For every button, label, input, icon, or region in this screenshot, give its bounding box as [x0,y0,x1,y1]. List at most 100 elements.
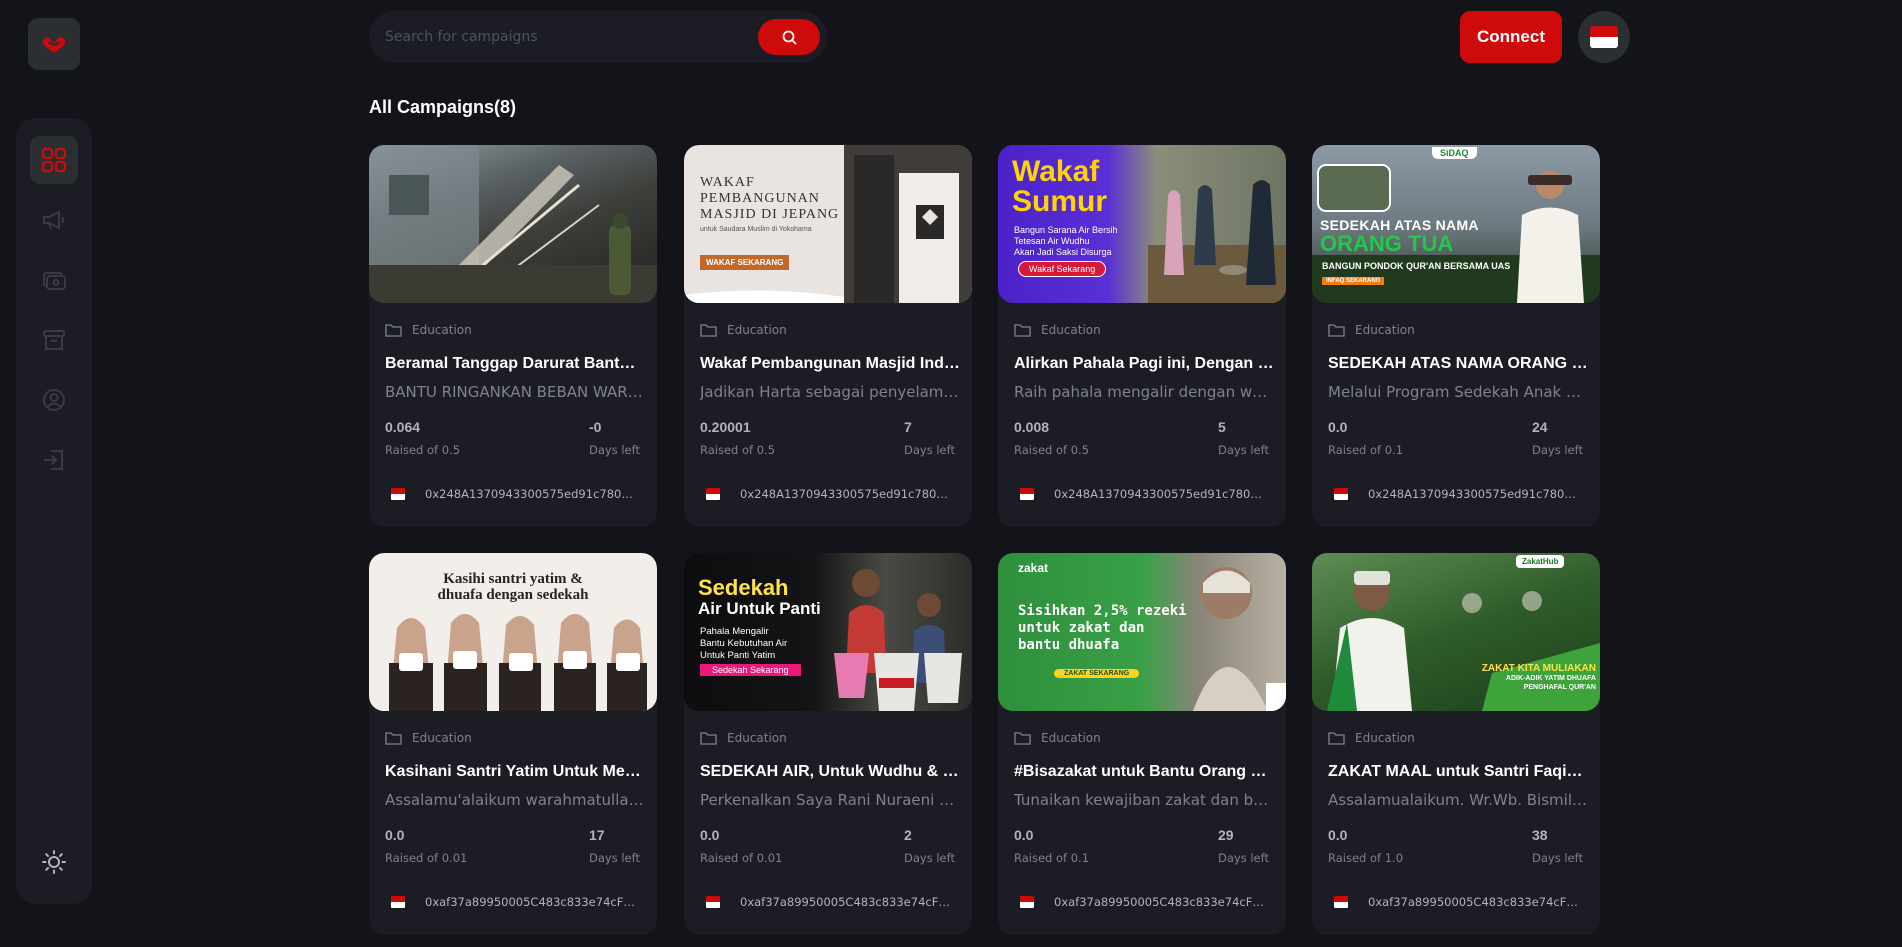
target-label: Raised of 0.01 [700,851,783,865]
image-caption: Kasihi santri yatim & [443,571,583,587]
days-left-label: Days left [589,851,640,865]
folder-icon [1014,732,1031,745]
campaign-card[interactable]: Wakaf Sumur Bangun Sarana Air Bersih Tet… [998,145,1286,527]
sidebar [16,118,92,904]
folder-icon [1328,324,1345,337]
search-bar [369,11,827,63]
campaign-title: SEDEKAH ATAS NAMA ORANG TUA [1328,355,1588,372]
campaign-title: Alirkan Pahala Pagi ini, Dengan Wakaf Su… [1014,355,1274,372]
days-left-value: 38 [1532,827,1548,843]
days-left-label: Days left [1532,443,1583,457]
search-button[interactable] [758,19,820,55]
image-cta: WAKAF SEKARANG [700,255,790,270]
campaign-category: Education [727,731,787,745]
campaign-title: Beramal Tanggap Darurat Bantu Korban Gem… [385,355,645,372]
campaign-category: Education [1041,731,1101,745]
campaign-description: Melalui Program Sedekah Anak Yatim [1328,383,1588,401]
connect-button[interactable]: Connect [1460,11,1562,63]
amount-raised: 0.064 [385,419,421,435]
profile-icon [43,389,65,411]
image-caption: Wakaf [1012,155,1100,188]
days-left-label: Days left [1218,443,1269,457]
amount-raised: 0.0 [1328,419,1348,435]
target-label: Raised of 0.1 [1328,443,1404,457]
folder-icon [700,324,717,337]
owner-flag-icon [1334,896,1348,908]
campaign-image: Sedekah Air Untuk Panti Pahala Mengalir … [684,553,972,711]
folder-icon [385,324,402,337]
profile-button[interactable] [1578,11,1630,63]
folder-icon [700,732,717,745]
image-caption: Air Untuk Panti [698,599,821,618]
owner-address: 0xaf37a89950005C483c833e74cFdE1234567890… [1054,895,1269,909]
app-logo[interactable] [28,18,80,70]
days-left-value: 17 [589,827,605,843]
sidebar-item-profile[interactable] [30,376,78,424]
days-left-value: 29 [1218,827,1234,843]
image-caption: Bantu Kebutuhan Air [700,638,788,649]
search-input[interactable] [385,11,745,63]
owner-address: 0xaf37a89950005C483c833e74cFdE1234567890… [740,895,955,909]
target-label: Raised of 0.5 [700,443,776,457]
campaign-category: Education [412,323,472,337]
amount-raised: 0.0 [1328,827,1348,843]
image-caption: Untuk Panti Yatim [700,650,776,661]
sidebar-item-campaign[interactable] [30,196,78,244]
image-cta: Wakaf Sekarang [1018,261,1107,277]
image-caption: BANGUN PONDOK QUR'AN BERSAMA UAS [1322,261,1511,271]
image-badge: ZakatHub [1516,555,1565,568]
campaign-category: Education [412,731,472,745]
amount-raised: 0.0 [1014,827,1034,843]
amount-raised: 0.0 [700,827,720,843]
image-caption: Sedekah [698,575,789,600]
image-caption: dhuafa dengan sedekah [437,587,589,603]
sidebar-item-logout[interactable] [30,436,78,484]
folder-icon [1328,732,1345,745]
campaign-card[interactable]: Kasihi santri yatim & dhuafa dengan sede… [369,553,657,935]
campaign-card[interactable]: Education Beramal Tanggap Darurat Bantu … [369,145,657,527]
payment-icon [43,272,66,290]
campaign-image: ZakatHub ZAKAT KITA MULIAKAN ADIK-ADIK Y… [1312,553,1600,711]
campaign-image: SiDAQ SEDEKAH ATAS NAMA ORANG TUA BANGUN… [1312,145,1600,303]
campaign-card[interactable]: Sedekah Air Untuk Panti Pahala Mengalir … [684,553,972,935]
search-icon [782,30,796,44]
amount-raised: 0.0 [385,827,405,843]
folder-icon [385,732,402,745]
sun-icon [42,850,66,874]
page-title: All Campaigns(8) [369,97,517,117]
days-left-label: Days left [1218,851,1269,865]
campaign-card[interactable]: ZakatHub ZAKAT KITA MULIAKAN ADIK-ADIK Y… [1312,553,1600,935]
megaphone-icon [43,210,64,230]
campaign-card[interactable]: WAKAF PEMBANGUNAN MASJID DI JEPANG untuk… [684,145,972,527]
campaign-description: Assalamualaikum. Wr.Wb. Bismillahirrahma… [1328,791,1588,809]
sidebar-item-dashboard[interactable] [30,136,78,184]
owner-flag-icon [1020,896,1034,908]
owner-flag-icon [391,488,405,500]
image-caption: ORANG TUA [1320,231,1454,256]
target-label: Raised of 0.01 [385,851,468,865]
days-left-value: 7 [904,419,912,435]
sidebar-item-payment[interactable] [30,256,78,304]
campaign-card[interactable]: SiDAQ SEDEKAH ATAS NAMA ORANG TUA BANGUN… [1312,145,1600,527]
target-label: Raised of 0.5 [1014,443,1090,457]
campaign-description: Raih pahala mengalir dengan wakaf sumur [1014,383,1274,401]
campaign-description: Perkenalkan Saya Rani Nuraeni dari panti [700,791,960,809]
owner-flag-icon [1334,488,1348,500]
image-caption: PENGHAFAL QUR'AN [1523,684,1596,691]
theme-toggle[interactable] [30,838,78,886]
image-caption: Bangun Sarana Air Bersih [1014,225,1118,235]
days-left-label: Days left [904,851,955,865]
sidebar-item-withdraw[interactable] [30,316,78,364]
days-left-label: Days left [1532,851,1583,865]
days-left-label: Days left [904,443,955,457]
owner-flag-icon [391,896,405,908]
campaign-card[interactable]: zakat Sisihkan 2,5% rezeki untuk zakat d… [998,553,1286,935]
owner-address: 0x248A1370943300575ed91c7806AF1234567890… [1054,487,1269,501]
days-left-value: -0 [589,419,602,435]
image-caption: Akan Jadi Saksi Disurga [1014,247,1112,257]
image-cta: Sedekah Sekarang [700,664,801,676]
amount-raised: 0.008 [1014,419,1050,435]
campaign-category: Education [727,323,787,337]
image-cta: INFAQ SEKARANG [1322,277,1385,285]
target-label: Raised of 1.0 [1328,851,1404,865]
